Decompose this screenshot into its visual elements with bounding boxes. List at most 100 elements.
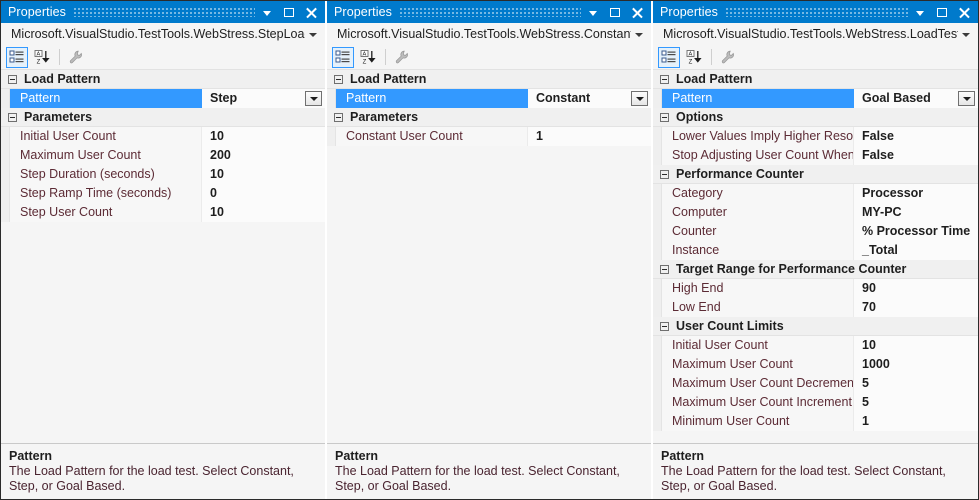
property-name-cell[interactable]: Pattern [662, 88, 854, 108]
property-group-header[interactable]: Load Pattern [1, 70, 325, 89]
property-value-cell[interactable]: Processor [854, 183, 978, 203]
property-name-cell[interactable]: Maximum User Count Increment [662, 392, 854, 412]
expander-icon[interactable] [660, 74, 669, 84]
property-value-cell[interactable]: 5 [854, 373, 978, 393]
property-name-cell[interactable]: Minimum User Count [662, 411, 854, 431]
property-row[interactable]: Computer MY-PC [653, 202, 978, 222]
maximize-button[interactable] [937, 6, 949, 18]
window-drag-grip[interactable] [73, 7, 255, 17]
property-name-cell[interactable]: High End [662, 278, 854, 298]
chevron-down-icon[interactable] [635, 33, 643, 37]
property-row[interactable]: Initial User Count 10 [653, 335, 978, 355]
window-menu-button[interactable] [589, 6, 601, 18]
property-group-header[interactable]: Options [653, 108, 978, 127]
property-value-cell[interactable]: 1 [528, 126, 651, 146]
property-row[interactable]: Counter% Processor Time [653, 221, 978, 241]
property-row[interactable]: Low End 70 [653, 297, 978, 317]
property-row[interactable]: Lower Values Imply Higher Resour False [653, 126, 978, 146]
close-icon[interactable] [958, 7, 970, 19]
property-group-header[interactable]: Parameters [327, 108, 651, 127]
expander-icon[interactable] [660, 264, 669, 274]
property-value-cell[interactable]: 1000 [854, 354, 978, 374]
property-value-cell[interactable]: 10 [202, 126, 325, 146]
property-name-cell[interactable]: Computer [662, 202, 854, 222]
property-value-cell[interactable]: 90 [854, 278, 978, 298]
maximize-button[interactable] [610, 6, 622, 18]
property-name-cell[interactable]: Maximum User Count [662, 354, 854, 374]
property-row[interactable]: Maximum User Count Decrement 5 [653, 373, 978, 393]
property-name-cell[interactable]: Step User Count [10, 202, 202, 222]
property-row[interactable]: Category Processor [653, 183, 978, 203]
property-value-cell[interactable]: 70 [854, 297, 978, 317]
property-row[interactable]: Initial User Count 10 [1, 126, 325, 146]
alphabetical-sort-button[interactable]: AZ [357, 47, 379, 68]
property-value-cell[interactable]: 200 [202, 145, 325, 165]
property-group-header[interactable]: Parameters [1, 108, 325, 127]
property-name-cell[interactable]: Lower Values Imply Higher Resour [662, 126, 854, 146]
maximize-button[interactable] [284, 6, 296, 18]
expander-icon[interactable] [660, 169, 669, 179]
object-selector[interactable]: Microsoft.VisualStudio.TestTools.WebStre… [327, 23, 651, 45]
property-name-cell[interactable]: Category [662, 183, 854, 203]
property-name-cell[interactable]: Initial User Count [10, 126, 202, 146]
close-icon[interactable] [631, 7, 643, 19]
property-row[interactable]: Pattern Constant [327, 88, 651, 108]
property-name-cell[interactable]: Pattern [336, 88, 528, 108]
property-name-cell[interactable]: Step Ramp Time (seconds) [10, 183, 202, 203]
close-icon[interactable] [305, 7, 317, 19]
property-name-cell[interactable]: Instance [662, 240, 854, 260]
categorized-view-button[interactable] [6, 46, 28, 68]
object-selector[interactable]: Microsoft.VisualStudio.TestTools.WebStre… [653, 23, 978, 45]
property-row[interactable]: Step User Count 10 [1, 202, 325, 222]
property-value-cell[interactable]: 5 [854, 392, 978, 412]
property-value-cell[interactable]: 10 [202, 202, 325, 222]
expander-icon[interactable] [334, 112, 343, 122]
expander-icon[interactable] [660, 112, 669, 122]
property-name-cell[interactable]: Constant User Count [336, 126, 528, 146]
object-selector[interactable]: Microsoft.VisualStudio.TestTools.WebStre… [1, 23, 325, 45]
property-row[interactable]: Maximum User Count 200 [1, 145, 325, 165]
property-group-header[interactable]: User Count Limits [653, 317, 978, 336]
property-value-cell[interactable]: 10 [854, 335, 978, 355]
value-dropdown-button[interactable] [631, 91, 648, 106]
property-name-cell[interactable]: Step Duration (seconds) [10, 164, 202, 184]
property-row[interactable]: Instance _Total [653, 240, 978, 260]
alphabetical-sort-button[interactable]: AZ [31, 47, 53, 68]
property-group-header[interactable]: Load Pattern [653, 70, 978, 89]
property-value-cell[interactable]: 10 [202, 164, 325, 184]
window-menu-button[interactable] [916, 6, 928, 18]
property-row[interactable]: Pattern Goal Based [653, 88, 978, 108]
property-row[interactable]: Maximum User Count Increment 5 [653, 392, 978, 412]
property-value-cell[interactable]: % Processor Time [854, 221, 978, 241]
chevron-down-icon[interactable] [962, 33, 970, 37]
property-name-cell[interactable]: Low End [662, 297, 854, 317]
property-name-cell[interactable]: Initial User Count [662, 335, 854, 355]
property-row[interactable]: Step Duration (seconds) 10 [1, 164, 325, 184]
property-group-header[interactable]: Target Range for Performance Counter [653, 260, 978, 279]
chevron-down-icon[interactable] [309, 33, 317, 37]
property-value-cell[interactable]: _Total [854, 240, 978, 260]
expander-icon[interactable] [334, 74, 343, 84]
property-name-cell[interactable]: Maximum User Count Decrement [662, 373, 854, 393]
property-row[interactable]: Minimum User Count 1 [653, 411, 978, 431]
property-row[interactable]: Pattern Step [1, 88, 325, 108]
expander-icon[interactable] [660, 321, 669, 331]
property-value-cell[interactable]: False [854, 145, 978, 165]
window-drag-grip[interactable] [725, 7, 908, 17]
property-name-cell[interactable]: Pattern [10, 88, 202, 108]
property-name-cell[interactable]: Counter [662, 221, 854, 241]
property-name-cell[interactable]: Stop Adjusting User Count When ( [662, 145, 854, 165]
property-value-cell[interactable]: MY-PC [854, 202, 978, 222]
property-value-cell[interactable]: False [854, 126, 978, 146]
property-row[interactable]: Stop Adjusting User Count When (False [653, 145, 978, 165]
window-drag-grip[interactable] [399, 7, 581, 17]
alphabetical-sort-button[interactable]: AZ [683, 47, 705, 68]
property-row[interactable]: Maximum User Count 1000 [653, 354, 978, 374]
categorized-view-button[interactable] [332, 46, 354, 68]
categorized-view-button[interactable] [658, 46, 680, 68]
property-row[interactable]: High End 90 [653, 278, 978, 298]
window-menu-button[interactable] [263, 6, 275, 18]
expander-icon[interactable] [8, 74, 17, 84]
property-group-header[interactable]: Performance Counter [653, 165, 978, 184]
property-row[interactable]: Step Ramp Time (seconds) 0 [1, 183, 325, 203]
